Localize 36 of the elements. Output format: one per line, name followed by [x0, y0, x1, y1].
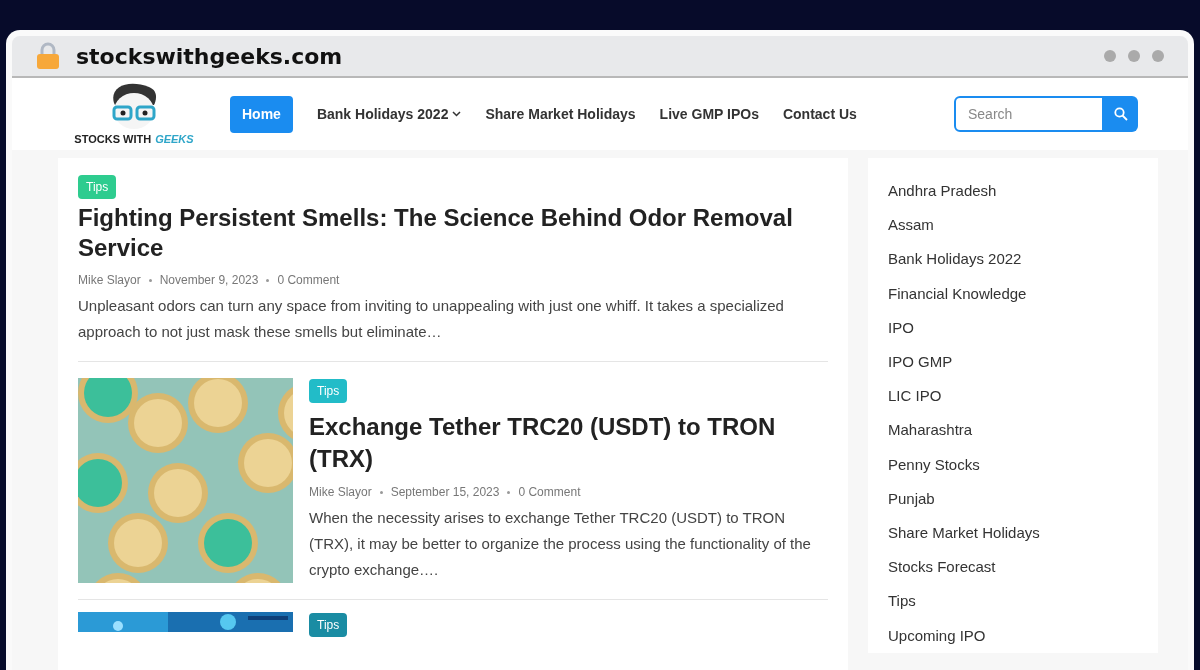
search-icon	[1114, 107, 1128, 121]
category-link[interactable]: Assam	[888, 208, 1138, 243]
category-link[interactable]: Bank Holidays 2022	[888, 242, 1138, 277]
category-link[interactable]: Andhra Pradesh	[888, 174, 1138, 209]
post-date: September 15, 2023	[390, 484, 500, 501]
category-link[interactable]: Punjab	[888, 481, 1138, 517]
comment-count[interactable]: 0 Comment	[518, 483, 581, 501]
logo-text: GEEKS	[155, 131, 194, 147]
category-link[interactable]: Tips	[888, 584, 1138, 619]
nav-link[interactable]: Live GMP IPOs	[659, 103, 759, 125]
category-link[interactable]: Stocks Forecast	[888, 550, 1138, 585]
post-title[interactable]: Fighting Persistent Smells: The Science Behind Odor Removal Service	[78, 203, 828, 263]
post-excerpt: Unpleasant odors can turn any space from inviting to unappealing with just one whiff. It takes a specialized approach to not just mask these smells but eliminate…	[78, 296, 785, 342]
logo-text: STOCKS WITH	[74, 131, 152, 147]
category-link[interactable]: Maharashtra	[888, 413, 1138, 448]
post-date: November 9, 2023	[159, 272, 259, 289]
category-link[interactable]: Share Market Holidays	[888, 516, 1138, 551]
category-link[interactable]: Financial Knowledge	[888, 276, 1138, 311]
comment-count[interactable]: 0 Comment	[277, 271, 340, 289]
category-link[interactable]: IPO GMP	[888, 345, 1138, 380]
post-title[interactable]: Exchange Tether TRC20 (USDT) to TRON (TRX)	[309, 411, 828, 475]
post-excerpt: When the necessity arises to exchange Tether TRC20 (USDT) to TRON (TRX), it may be better to organize the process using the functionality of the crypto exchange….	[309, 508, 812, 580]
address-bar-url[interactable]: stockswithgeeks.com	[76, 39, 343, 73]
category-link[interactable]: IPO	[888, 310, 1138, 345]
search-button[interactable]	[1104, 96, 1138, 132]
post-author[interactable]: Mike Slayor	[309, 483, 372, 501]
category-link[interactable]: Upcoming IPO	[888, 618, 1138, 653]
nav-link[interactable]: Contact Us	[782, 103, 857, 125]
lock-icon	[36, 42, 60, 70]
post-author[interactable]: Mike Slayor	[78, 271, 141, 289]
nav-link[interactable]: Share Market Holidays	[485, 103, 636, 125]
category-tag[interactable]: Tips	[309, 613, 348, 637]
nav-link[interactable]: Bank Holidays 2022	[316, 103, 462, 125]
search-field[interactable]: Search	[954, 96, 1104, 132]
category-link[interactable]: LIC IPO	[888, 379, 1138, 414]
category-link[interactable]: Penny Stocks	[888, 447, 1138, 482]
